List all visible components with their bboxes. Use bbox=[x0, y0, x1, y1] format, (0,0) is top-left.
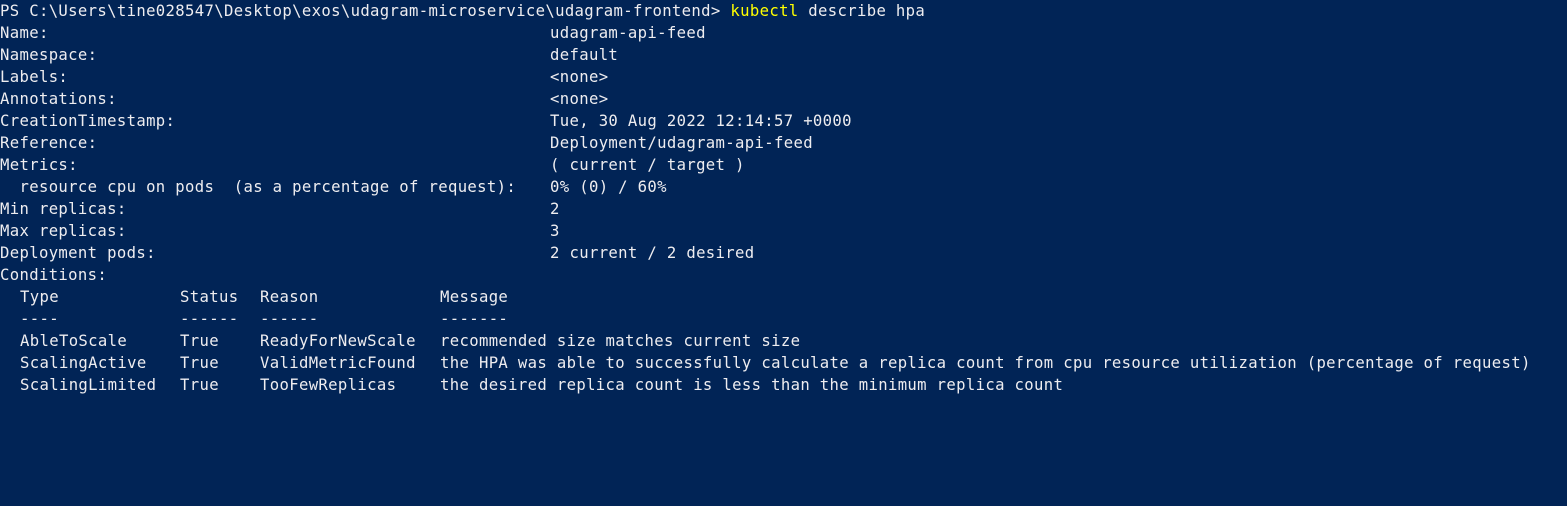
field-label: Conditions: bbox=[0, 266, 108, 284]
field-label: Metrics: bbox=[0, 156, 78, 174]
table-row: ScalingLimited True TooFewReplicas the d… bbox=[0, 374, 1567, 396]
column-header-message: Message bbox=[440, 288, 509, 306]
field-deployment-pods: Deployment pods: 2 current / 2 desired bbox=[0, 242, 1567, 264]
field-namespace: Namespace: default bbox=[0, 44, 1567, 66]
condition-message: recommended size matches current size bbox=[440, 332, 801, 350]
field-annotations: Annotations: <none> bbox=[0, 88, 1567, 110]
field-value: default bbox=[550, 46, 619, 64]
condition-reason: ReadyForNewScale bbox=[260, 332, 416, 350]
prompt-path: PS C:\Users\tine028547\Desktop\exos\udag… bbox=[0, 2, 731, 20]
field-label: resource cpu on pods (as a percentage of… bbox=[0, 178, 517, 196]
condition-type: AbleToScale bbox=[20, 332, 128, 350]
field-value: <none> bbox=[550, 68, 609, 86]
field-metrics: Metrics: ( current / target ) bbox=[0, 154, 1567, 176]
field-label: Min replicas: bbox=[0, 200, 127, 218]
condition-status: True bbox=[180, 376, 219, 394]
field-value: Tue, 30 Aug 2022 12:14:57 +0000 bbox=[550, 112, 852, 130]
field-reference: Reference: Deployment/udagram-api-feed bbox=[0, 132, 1567, 154]
field-value: 2 bbox=[550, 200, 560, 218]
field-label: Reference: bbox=[0, 134, 98, 152]
condition-type: ScalingActive bbox=[20, 354, 147, 372]
condition-reason: ValidMetricFound bbox=[260, 354, 416, 372]
field-label: Labels: bbox=[0, 68, 69, 86]
column-header-status: Status bbox=[180, 288, 239, 306]
field-resource-cpu: resource cpu on pods (as a percentage of… bbox=[0, 176, 1567, 198]
field-value: 3 bbox=[550, 222, 560, 240]
field-value: ( current / target ) bbox=[550, 156, 745, 174]
field-value: 2 current / 2 desired bbox=[550, 244, 755, 262]
field-name: Name: udagram-api-feed bbox=[0, 22, 1567, 44]
conditions-divider-row: ---- ------ ------ ------- bbox=[0, 308, 1567, 330]
prompt-line: PS C:\Users\tine028547\Desktop\exos\udag… bbox=[0, 0, 1567, 22]
condition-status: True bbox=[180, 332, 219, 350]
condition-reason: TooFewReplicas bbox=[260, 376, 397, 394]
field-label: Annotations: bbox=[0, 90, 117, 108]
condition-message: the desired replica count is less than t… bbox=[440, 376, 1064, 394]
field-value: 0% (0) / 60% bbox=[550, 178, 667, 196]
condition-message: the HPA was able to successfully calcula… bbox=[440, 354, 1531, 372]
conditions-header-row: Type Status Reason Message bbox=[0, 286, 1567, 308]
field-value: udagram-api-feed bbox=[550, 24, 706, 42]
condition-type: ScalingLimited bbox=[20, 376, 157, 394]
field-value: <none> bbox=[550, 90, 609, 108]
field-label: Deployment pods: bbox=[0, 244, 156, 262]
column-header-type: Type bbox=[20, 288, 59, 306]
field-max-replicas: Max replicas: 3 bbox=[0, 220, 1567, 242]
field-min-replicas: Min replicas: 2 bbox=[0, 198, 1567, 220]
field-conditions: Conditions: bbox=[0, 264, 1567, 286]
table-row: ScalingActive True ValidMetricFound the … bbox=[0, 352, 1567, 374]
condition-status: True bbox=[180, 354, 219, 372]
table-row: AbleToScale True ReadyForNewScale recomm… bbox=[0, 330, 1567, 352]
field-creation-timestamp: CreationTimestamp: Tue, 30 Aug 2022 12:1… bbox=[0, 110, 1567, 132]
field-label: Name: bbox=[0, 24, 49, 42]
field-value: Deployment/udagram-api-feed bbox=[550, 134, 813, 152]
field-label: Namespace: bbox=[0, 46, 98, 64]
column-divider: ------ bbox=[180, 310, 239, 328]
field-label: Max replicas: bbox=[0, 222, 127, 240]
column-divider: ---- bbox=[20, 310, 59, 328]
terminal-window[interactable]: PS C:\Users\tine028547\Desktop\exos\udag… bbox=[0, 0, 1567, 400]
field-label: CreationTimestamp: bbox=[0, 112, 176, 130]
field-labels: Labels: <none> bbox=[0, 66, 1567, 88]
command-name: kubectl bbox=[730, 2, 799, 20]
column-divider: ------- bbox=[440, 310, 509, 328]
command-args: describe hpa bbox=[798, 2, 926, 20]
column-divider: ------ bbox=[260, 310, 319, 328]
column-header-reason: Reason bbox=[260, 288, 319, 306]
